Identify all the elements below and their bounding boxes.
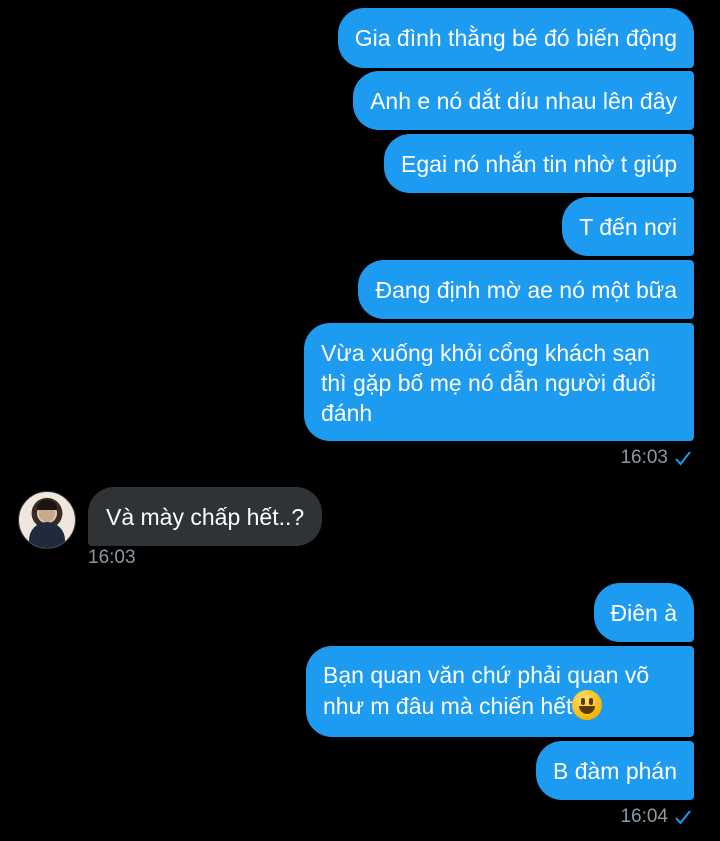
message-row: T đến nơi	[562, 197, 694, 256]
incoming-message[interactable]: Và mày chấp hết..?	[88, 487, 323, 546]
message-text: B đàm phán	[552, 758, 677, 784]
message-meta: 16:04	[620, 806, 692, 828]
outgoing-message[interactable]: Gia đình thằng bé đó biến động	[337, 8, 694, 68]
message-text: Egai nó nhắn tin nhờ t giúp	[401, 151, 677, 177]
sent-check-icon	[675, 810, 691, 825]
outgoing-message[interactable]: Anh e nó dắt díu nhau lên đây	[353, 71, 694, 130]
message-row: Và mày chấp hết..?	[88, 487, 323, 546]
outgoing-message[interactable]: T đến nơi	[562, 197, 694, 256]
message-meta: 16:03	[620, 447, 692, 469]
timestamp: 16:03	[620, 447, 668, 468]
message-text: Gia đình thằng bé đó biến động	[354, 25, 677, 51]
message-row: B đàm phán	[535, 741, 694, 800]
outgoing-message[interactable]: Đang định mờ ae nó một bữa	[358, 260, 694, 319]
timestamp: 16:04	[620, 806, 668, 827]
conversation-view: Gia đình thằng bé đó biến động Anh e nó …	[0, 0, 720, 841]
outgoing-message[interactable]: B đàm phán	[535, 741, 694, 800]
message-row: Egai nó nhắn tin nhờ t giúp	[384, 134, 694, 193]
message-row: Vừa xuống khỏi cổng khách sạn thì gặp bố…	[304, 323, 694, 441]
message-text: Và mày chấp hết..?	[106, 504, 305, 530]
sent-check-icon	[675, 451, 691, 466]
message-meta: 16:03	[88, 547, 136, 569]
message-row: Gia đình thằng bé đó biến động	[337, 8, 694, 68]
outgoing-message[interactable]: Bạn quan văn chứ phải quan võ như m đâu …	[306, 646, 694, 737]
message-text: Đang định mờ ae nó một bữa	[375, 277, 677, 303]
message-row: Bạn quan văn chứ phải quan võ như m đâu …	[306, 646, 694, 737]
message-row: Anh e nó dắt díu nhau lên đây	[353, 71, 694, 130]
outgoing-message[interactable]: Egai nó nhắn tin nhờ t giúp	[384, 134, 694, 193]
timestamp: 16:03	[88, 547, 136, 568]
grinning-face-emoji-icon	[572, 690, 603, 720]
avatar[interactable]	[18, 491, 76, 549]
message-row: Điên à	[593, 583, 694, 642]
message-row: Đang định mờ ae nó một bữa	[358, 260, 694, 319]
outgoing-message[interactable]: Vừa xuống khỏi cổng khách sạn thì gặp bố…	[304, 323, 694, 441]
message-text: Điên à	[610, 600, 677, 626]
message-text: T đến nơi	[579, 214, 677, 240]
outgoing-message[interactable]: Điên à	[593, 583, 694, 642]
message-text: Vừa xuống khỏi cổng khách sạn thì gặp bố…	[321, 340, 656, 426]
message-text: Anh e nó dắt díu nhau lên đây	[370, 88, 677, 114]
